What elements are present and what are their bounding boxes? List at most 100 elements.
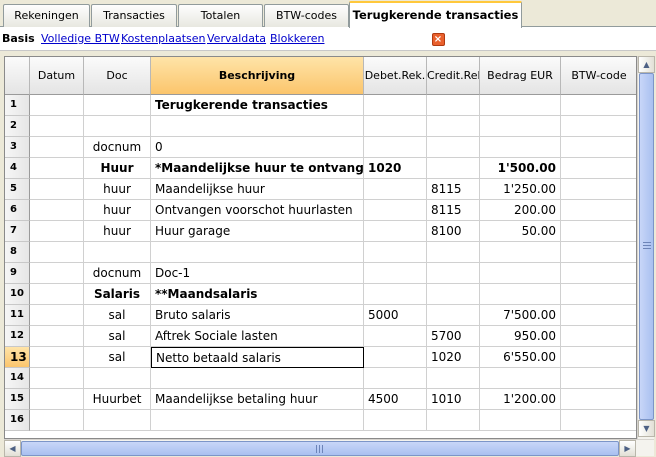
horizontal-scrollbar[interactable]: ◀ ▶ xyxy=(4,439,654,457)
row-number[interactable]: 4 xyxy=(5,158,30,179)
cell-beschrijving[interactable]: Doc-1 xyxy=(151,263,364,284)
cell-btw-code[interactable] xyxy=(561,179,636,200)
cell-bedrag-eur[interactable]: 50.00 xyxy=(480,221,561,242)
cell-beschrijving[interactable] xyxy=(151,410,364,431)
cell-btw-code[interactable] xyxy=(561,305,636,326)
cell-doc[interactable]: docnum xyxy=(84,263,151,284)
cell-credit-rek[interactable] xyxy=(427,242,480,263)
cell-beschrijving[interactable] xyxy=(151,242,364,263)
column-header-doc[interactable]: Doc xyxy=(84,57,151,95)
cell-beschrijving[interactable]: Bruto salaris xyxy=(151,305,364,326)
cell-debet-rek[interactable]: 1020 xyxy=(364,158,427,179)
cell-doc[interactable] xyxy=(84,410,151,431)
row-number[interactable]: 11 xyxy=(5,305,30,326)
cell-beschrijving[interactable] xyxy=(151,116,364,137)
cell-bedrag-eur[interactable]: 200.00 xyxy=(480,200,561,221)
cell-beschrijving[interactable]: Huur garage xyxy=(151,221,364,242)
cell-debet-rek[interactable] xyxy=(364,284,427,305)
cell-beschrijving[interactable]: Maandelijkse huur xyxy=(151,179,364,200)
cell-datum[interactable] xyxy=(30,200,84,221)
cell-bedrag-eur[interactable]: 1'500.00 xyxy=(480,158,561,179)
cell-debet-rek[interactable] xyxy=(364,242,427,263)
cell-datum[interactable] xyxy=(30,368,84,389)
row-number[interactable]: 8 xyxy=(5,242,30,263)
cell-beschrijving[interactable] xyxy=(151,368,364,389)
cell-doc[interactable]: Huur xyxy=(84,158,151,179)
cell-credit-rek[interactable]: 8100 xyxy=(427,221,480,242)
cell-credit-rek[interactable]: 5700 xyxy=(427,326,480,347)
column-header-datum[interactable]: Datum xyxy=(30,57,84,95)
cell-credit-rek[interactable] xyxy=(427,263,480,284)
cell-debet-rek[interactable] xyxy=(364,137,427,158)
cell-datum[interactable] xyxy=(30,263,84,284)
cell-btw-code[interactable] xyxy=(561,263,636,284)
cell-btw-code[interactable] xyxy=(561,116,636,137)
cell-doc[interactable]: huur xyxy=(84,221,151,242)
view-vervaldata[interactable]: Vervaldata xyxy=(207,27,266,51)
scroll-left-icon[interactable]: ◀ xyxy=(4,440,21,457)
cell-datum[interactable] xyxy=(30,179,84,200)
row-number[interactable]: 16 xyxy=(5,410,30,431)
cell-doc[interactable] xyxy=(84,95,151,116)
cell-debet-rek[interactable] xyxy=(364,200,427,221)
cell-bedrag-eur[interactable] xyxy=(480,242,561,263)
cell-bedrag-eur[interactable] xyxy=(480,95,561,116)
close-icon[interactable]: × xyxy=(431,33,445,46)
tab-btw-codes[interactable]: BTW-codes xyxy=(264,4,349,27)
transactions-table[interactable]: Datum Doc Beschrijving Debet.Rek. Credit.Rek… xyxy=(4,56,637,439)
cell-credit-rek[interactable]: 8115 xyxy=(427,179,480,200)
tab-rekeningen[interactable]: Rekeningen xyxy=(3,4,90,27)
cell-beschrijving[interactable]: 0 xyxy=(151,137,364,158)
cell-btw-code[interactable] xyxy=(561,347,636,368)
cell-credit-rek[interactable] xyxy=(427,137,480,158)
cell-beschrijving[interactable]: Maandelijkse betaling huur xyxy=(151,389,364,410)
cell-datum[interactable] xyxy=(30,284,84,305)
cell-doc[interactable]: Huurbet xyxy=(84,389,151,410)
cell-btw-code[interactable] xyxy=(561,389,636,410)
cell-doc[interactable]: sal xyxy=(84,326,151,347)
view-volledige-btw[interactable]: Volledige BTW xyxy=(41,27,120,51)
view-blokkeren[interactable]: Blokkeren xyxy=(270,27,324,51)
cell-beschrijving[interactable]: *Maandelijkse huur te ontvangen xyxy=(151,158,364,179)
cell-bedrag-eur[interactable] xyxy=(480,284,561,305)
tab-transacties[interactable]: Transacties xyxy=(91,4,177,27)
cell-bedrag-eur[interactable]: 1'200.00 xyxy=(480,389,561,410)
cell-datum[interactable] xyxy=(30,116,84,137)
row-number[interactable]: 1 xyxy=(5,95,30,116)
cell-credit-rek[interactable] xyxy=(427,410,480,431)
cell-debet-rek[interactable] xyxy=(364,95,427,116)
row-number[interactable]: 12 xyxy=(5,326,30,347)
cell-doc[interactable]: huur xyxy=(84,179,151,200)
cell-debet-rek[interactable]: 4500 xyxy=(364,389,427,410)
cell-btw-code[interactable] xyxy=(561,95,636,116)
cell-btw-code[interactable] xyxy=(561,326,636,347)
cell-btw-code[interactable] xyxy=(561,221,636,242)
cell-btw-code[interactable] xyxy=(561,410,636,431)
cell-credit-rek[interactable]: 8115 xyxy=(427,200,480,221)
row-number[interactable]: 2 xyxy=(5,116,30,137)
row-number[interactable]: 3 xyxy=(5,137,30,158)
cell-credit-rek[interactable] xyxy=(427,95,480,116)
cell-bedrag-eur[interactable] xyxy=(480,116,561,137)
cell-debet-rek[interactable] xyxy=(364,410,427,431)
cell-debet-rek[interactable] xyxy=(364,326,427,347)
column-header-beschrijving[interactable]: Beschrijving xyxy=(151,57,364,95)
column-header-btw-code[interactable]: BTW-code xyxy=(561,57,636,95)
row-number[interactable]: 10 xyxy=(5,284,30,305)
scroll-up-icon[interactable]: ▲ xyxy=(638,56,655,73)
cell-datum[interactable] xyxy=(30,242,84,263)
cell-doc[interactable]: docnum xyxy=(84,137,151,158)
tab-terugkerende-transacties[interactable]: Terugkerende transacties × xyxy=(349,1,522,46)
cell-bedrag-eur[interactable] xyxy=(480,137,561,158)
row-number[interactable]: 6 xyxy=(5,200,30,221)
cell-debet-rek[interactable] xyxy=(364,221,427,242)
cell-datum[interactable] xyxy=(30,221,84,242)
row-number[interactable]: 15 xyxy=(5,389,30,410)
cell-credit-rek[interactable]: 1020 xyxy=(427,347,480,368)
cell-beschrijving[interactable]: **Maandsalaris xyxy=(151,284,364,305)
row-number[interactable]: 9 xyxy=(5,263,30,284)
row-number[interactable]: 7 xyxy=(5,221,30,242)
horizontal-scroll-thumb[interactable] xyxy=(21,441,619,456)
cell-credit-rek[interactable]: 1010 xyxy=(427,389,480,410)
cell-doc[interactable]: huur xyxy=(84,200,151,221)
